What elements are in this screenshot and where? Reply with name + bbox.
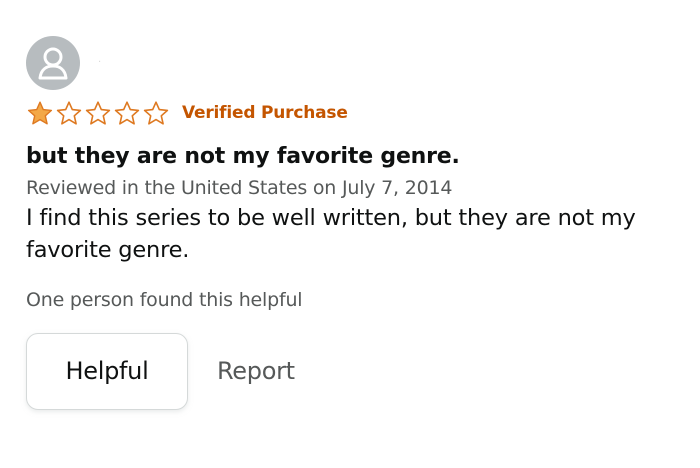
star-empty-icon xyxy=(56,101,82,125)
star-filled-icon xyxy=(27,101,53,125)
user-avatar-icon xyxy=(38,47,68,80)
helpful-count: One person found this helpful xyxy=(26,288,303,311)
star-empty-icon xyxy=(114,101,140,125)
review-date: Reviewed in the United States on July 7,… xyxy=(26,177,453,200)
avatar[interactable] xyxy=(26,36,80,90)
customer-review: · Verified Purchase but they are not my … xyxy=(26,36,686,410)
report-link[interactable]: Report xyxy=(217,357,295,385)
reviewer-name[interactable]: · xyxy=(98,58,101,68)
helpful-button[interactable]: Helpful xyxy=(26,332,188,410)
review-actions: Helpful Report xyxy=(26,332,686,410)
star-empty-icon xyxy=(85,101,111,125)
rating-row: Verified Purchase xyxy=(26,100,686,126)
verified-purchase-badge: Verified Purchase xyxy=(182,102,348,123)
review-title[interactable]: but they are not my favorite genre. xyxy=(26,144,686,169)
review-body: I find this series to be well written, b… xyxy=(26,205,636,264)
star-rating[interactable] xyxy=(26,100,170,126)
star-empty-icon xyxy=(143,101,169,125)
reviewer-profile: · xyxy=(26,36,686,90)
